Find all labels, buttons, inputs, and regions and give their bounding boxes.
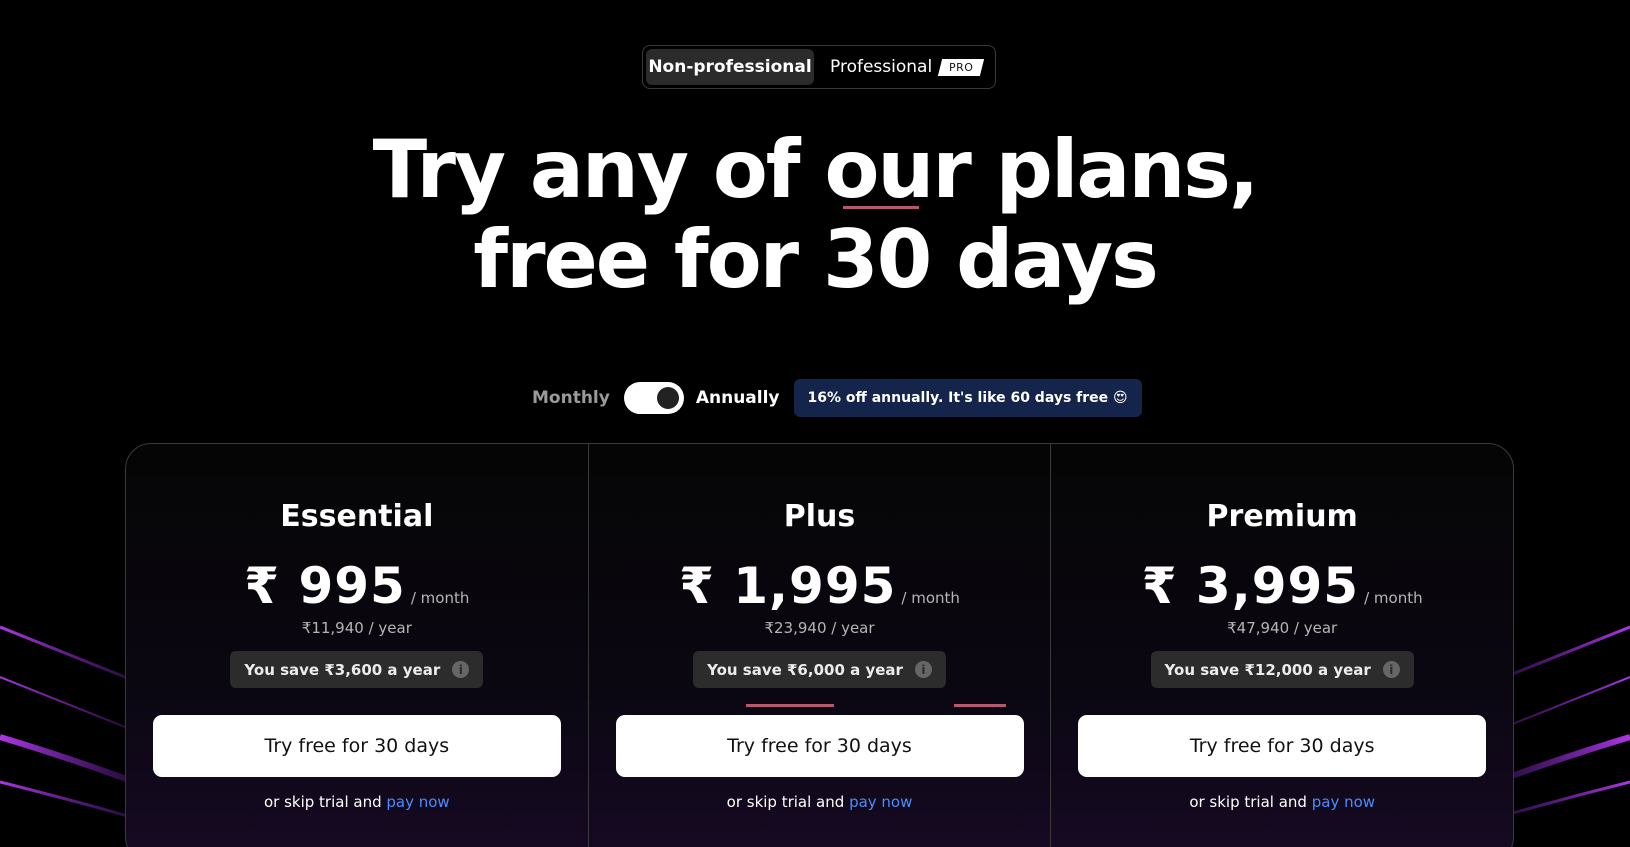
- skip-trial-text: or skip trial and: [1189, 793, 1307, 811]
- plans-container: Essential ₹ 995 / month ₹11,940 / year Y…: [125, 443, 1514, 847]
- yearly-price: ₹11,940 / year: [301, 619, 412, 637]
- skip-trial-row: or skip trial and pay now: [1051, 793, 1513, 811]
- plan-price: ₹ 3,995: [1141, 557, 1360, 615]
- pricing-page: Non-professional Professional PRO Try an…: [0, 0, 1630, 847]
- price-row: ₹ 995 / month: [126, 557, 588, 615]
- savings-badge: You save ₹3,600 a year i: [230, 651, 484, 688]
- plan-plus: Plus ₹ 1,995 / month ₹23,940 / year You …: [587, 444, 1051, 847]
- accent-line-decoration: [953, 704, 1006, 707]
- switch-knob: [656, 387, 679, 409]
- price-row: ₹ 1,995 / month: [589, 557, 1051, 615]
- pro-badge: PRO: [938, 58, 985, 76]
- professional-tab[interactable]: Professional PRO: [814, 49, 992, 85]
- skip-trial-text: or skip trial and: [726, 793, 845, 811]
- skip-trial-row: or skip trial and pay now: [126, 793, 588, 811]
- discount-badge: 16% off annually. It's like 60 days free…: [793, 379, 1142, 417]
- try-free-button[interactable]: Try free for 30 days: [152, 715, 561, 777]
- plan-price: ₹ 995: [244, 557, 406, 615]
- price-row: ₹ 3,995 / month: [1051, 557, 1513, 615]
- billing-toggle: Monthly Annually 16% off annually. It's …: [532, 379, 1142, 417]
- page-title: Try any of our plans, free for 30 days: [0, 125, 1630, 305]
- pay-now-link[interactable]: pay now: [849, 793, 912, 811]
- savings-badge: You save ₹12,000 a year i: [1150, 651, 1414, 688]
- try-free-button[interactable]: Try free for 30 days: [615, 715, 1024, 777]
- yearly-price: ₹47,940 / year: [1227, 619, 1338, 637]
- accent-line-decoration: [745, 704, 834, 707]
- non-professional-tab-label: Non-professional: [648, 57, 812, 77]
- plan-price: ₹ 1,995: [679, 557, 897, 615]
- price-period: / month: [1364, 589, 1423, 607]
- title-underline-decoration: [843, 206, 919, 209]
- skip-trial-row: or skip trial and pay now: [589, 793, 1051, 811]
- plan-essential: Essential ₹ 995 / month ₹11,940 / year Y…: [126, 444, 588, 847]
- info-icon[interactable]: i: [914, 661, 932, 678]
- savings-text: You save ₹12,000 a year: [1164, 660, 1371, 679]
- savings-text: You save ₹6,000 a year: [707, 660, 903, 679]
- pay-now-link[interactable]: pay now: [386, 793, 449, 811]
- billing-switch[interactable]: [623, 382, 684, 414]
- info-icon[interactable]: i: [452, 661, 470, 678]
- plan-name: Plus: [783, 499, 856, 534]
- plan-name: Essential: [280, 499, 434, 534]
- try-free-button[interactable]: Try free for 30 days: [1078, 715, 1487, 777]
- plan-name: Premium: [1206, 499, 1358, 534]
- title-line-1: Try any of our plans,: [372, 123, 1260, 216]
- plan-premium: Premium ₹ 3,995 / month ₹47,940 / year Y…: [1050, 444, 1513, 847]
- savings-badge: You save ₹6,000 a year i: [693, 651, 946, 688]
- pro-badge-label: PRO: [949, 60, 974, 74]
- info-icon[interactable]: i: [1382, 661, 1400, 678]
- audience-toggle: Non-professional Professional PRO: [642, 45, 996, 89]
- annually-label[interactable]: Annually: [696, 388, 780, 408]
- price-period: / month: [410, 589, 470, 607]
- non-professional-tab[interactable]: Non-professional: [646, 49, 814, 85]
- price-period: / month: [901, 589, 960, 607]
- title-line-2: free for 30 days: [473, 213, 1158, 306]
- professional-tab-label: Professional: [830, 57, 933, 77]
- discount-text: 16% off annually. It's like 60 days free…: [807, 390, 1128, 406]
- skip-trial-text: or skip trial and: [263, 793, 382, 811]
- savings-text: You save ₹3,600 a year: [244, 660, 441, 679]
- monthly-label[interactable]: Monthly: [532, 388, 610, 408]
- yearly-price: ₹23,940 / year: [764, 619, 875, 637]
- pay-now-link[interactable]: pay now: [1312, 793, 1375, 811]
